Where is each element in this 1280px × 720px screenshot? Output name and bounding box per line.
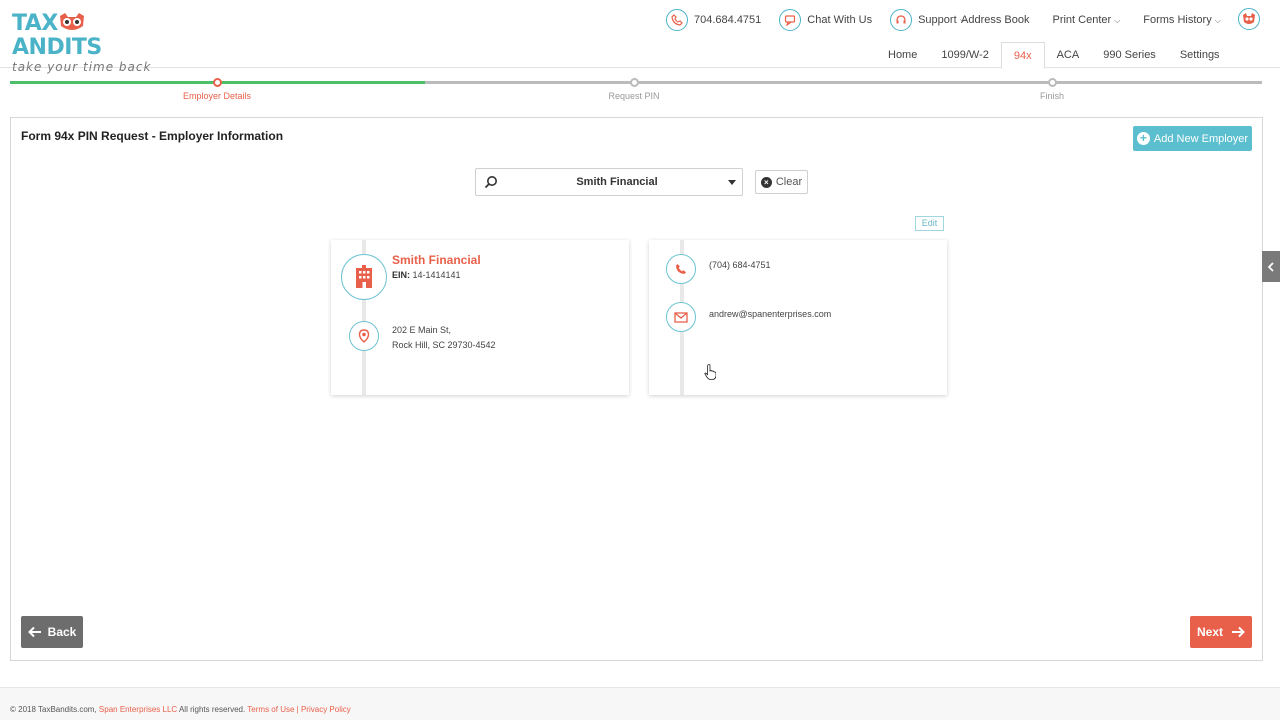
privacy-policy-link[interactable]: Privacy Policy: [301, 705, 351, 714]
next-label: Next: [1196, 625, 1223, 639]
caret-down-icon: [728, 179, 736, 185]
print-center-menu[interactable]: Print Center ⌵: [1052, 14, 1120, 26]
selected-employer: Smith Financial: [576, 176, 658, 188]
building-icon: [341, 254, 387, 300]
step-label-request-pin: Request PIN: [608, 91, 660, 101]
tab-990-series[interactable]: 990 Series: [1091, 42, 1168, 68]
chevron-left-icon: [1267, 261, 1274, 272]
tab-settings[interactable]: Settings: [1168, 42, 1232, 68]
owl-icon: [59, 13, 84, 30]
envelope-icon: [666, 302, 696, 332]
clear-label: Clear: [775, 176, 803, 188]
arrow-left-icon: [27, 626, 41, 638]
phone-number: 704.684.4751: [694, 14, 762, 26]
tab-home[interactable]: Home: [876, 42, 929, 68]
footer-text: © 2018 TaxBandits.com, Span Enterprises …: [10, 705, 351, 714]
arrow-right-icon: [1232, 626, 1245, 638]
close-icon: ×: [760, 176, 772, 188]
chevron-down-icon: ⌵: [1214, 16, 1221, 25]
address-book-link[interactable]: Address Book: [961, 14, 1029, 26]
step-dot-finish: [1048, 78, 1057, 87]
tab-1099-w2[interactable]: 1099/W-2: [929, 42, 1001, 68]
contact-email: andrew@spanenterprises.com: [709, 309, 832, 319]
step-label-employer-details: Employer Details: [182, 91, 252, 101]
phone-icon: [666, 254, 696, 284]
taxbandits-logo[interactable]: TAXANDITS take your time back: [12, 12, 162, 75]
location-pin-icon: [349, 321, 379, 351]
employer-ein: EIN: 14-1414141: [392, 270, 461, 280]
support-menu[interactable]: Support ⌵: [890, 9, 966, 31]
forms-history-menu[interactable]: Forms History ⌵: [1143, 14, 1221, 26]
clear-button[interactable]: × Clear: [755, 170, 808, 194]
tab-94x[interactable]: 94x: [1000, 42, 1045, 69]
top-header: TAXANDITS take your time back 704.684.47…: [0, 0, 1280, 75]
logo-wordmark-right: ANDITS: [12, 35, 102, 60]
print-center-label: Print Center: [1052, 14, 1112, 26]
employer-info-panel: Form 94x PIN Request - Employer Informat…: [10, 117, 1263, 661]
chat-icon: [779, 9, 802, 31]
ein-label: EIN:: [392, 270, 410, 280]
chat-label: Chat With Us: [807, 14, 873, 26]
contact-card: (704) 684-4751 andrew@spanenterprises.co…: [649, 240, 947, 395]
footer-separator: |: [296, 705, 299, 714]
address-line-1: 202 E Main St,: [392, 325, 452, 335]
phone-link[interactable]: 704.684.4751: [666, 9, 761, 31]
logo-tagline: take your time back: [12, 60, 152, 74]
support-icon: [890, 9, 913, 31]
top-right-links: Address Book Print Center ⌵ Forms History…: [961, 8, 1244, 32]
search-icon: [476, 175, 506, 189]
employer-search-select[interactable]: Smith Financial: [475, 168, 743, 196]
ein-value: 14-1414141: [412, 270, 461, 280]
footer-copyright: © 2018 TaxBandits.com,: [10, 705, 97, 714]
next-button[interactable]: Next: [1190, 616, 1252, 648]
terms-of-use-link[interactable]: Terms of Use: [247, 705, 294, 714]
footer: © 2018 TaxBandits.com, Span Enterprises …: [0, 687, 1280, 720]
forms-history-label: Forms History: [1143, 14, 1212, 26]
step-label-finish: Finish: [1039, 91, 1064, 101]
address-line-2: Rock Hill, SC 29730-4542: [392, 340, 496, 350]
tab-aca[interactable]: ACA: [1045, 42, 1092, 68]
chevron-down-icon: ⌵: [1114, 16, 1121, 25]
contact-phone: (704) 684-4751: [709, 260, 771, 270]
back-label: Back: [47, 625, 77, 639]
support-label: Support: [918, 14, 957, 26]
page-title: Form 94x PIN Request - Employer Informat…: [21, 129, 284, 143]
plus-icon: +: [1136, 132, 1150, 145]
add-new-employer-button[interactable]: + Add New Employer: [1133, 126, 1252, 151]
logo-wordmark: TAXANDITS: [12, 12, 162, 60]
main-nav: Home 1099/W-2 94x ACA 990 Series Setting…: [876, 42, 1232, 69]
side-panel-toggle[interactable]: [1262, 251, 1280, 282]
hand-cursor-icon: [704, 364, 716, 380]
step-dot-employer-details: [213, 78, 222, 87]
employer-name: Smith Financial: [392, 253, 481, 267]
step-dot-request-pin: [630, 78, 639, 87]
footer-company-link[interactable]: Span Enterprises LLC: [99, 705, 177, 714]
edit-button[interactable]: Edit: [915, 216, 944, 231]
employer-card: Smith Financial EIN: 14-1414141 202 E Ma…: [331, 240, 629, 395]
footer-rights: All rights reserved.: [178, 705, 246, 714]
add-new-employer-label: Add New Employer: [1153, 132, 1249, 145]
employer-address: 202 E Main St, Rock Hill, SC 29730-4542: [392, 323, 496, 353]
top-links: 704.684.4751 Chat With Us Support ⌵: [666, 8, 984, 32]
phone-icon: [666, 9, 688, 31]
chat-link[interactable]: Chat With Us: [779, 9, 872, 31]
step-line-pending: [425, 81, 1262, 84]
logo-wordmark-left: TAX: [12, 11, 58, 36]
back-button[interactable]: Back: [21, 616, 83, 648]
progress-stepper: Employer Details Request PIN Finish: [10, 78, 1262, 108]
avatar-icon[interactable]: [1238, 8, 1260, 30]
